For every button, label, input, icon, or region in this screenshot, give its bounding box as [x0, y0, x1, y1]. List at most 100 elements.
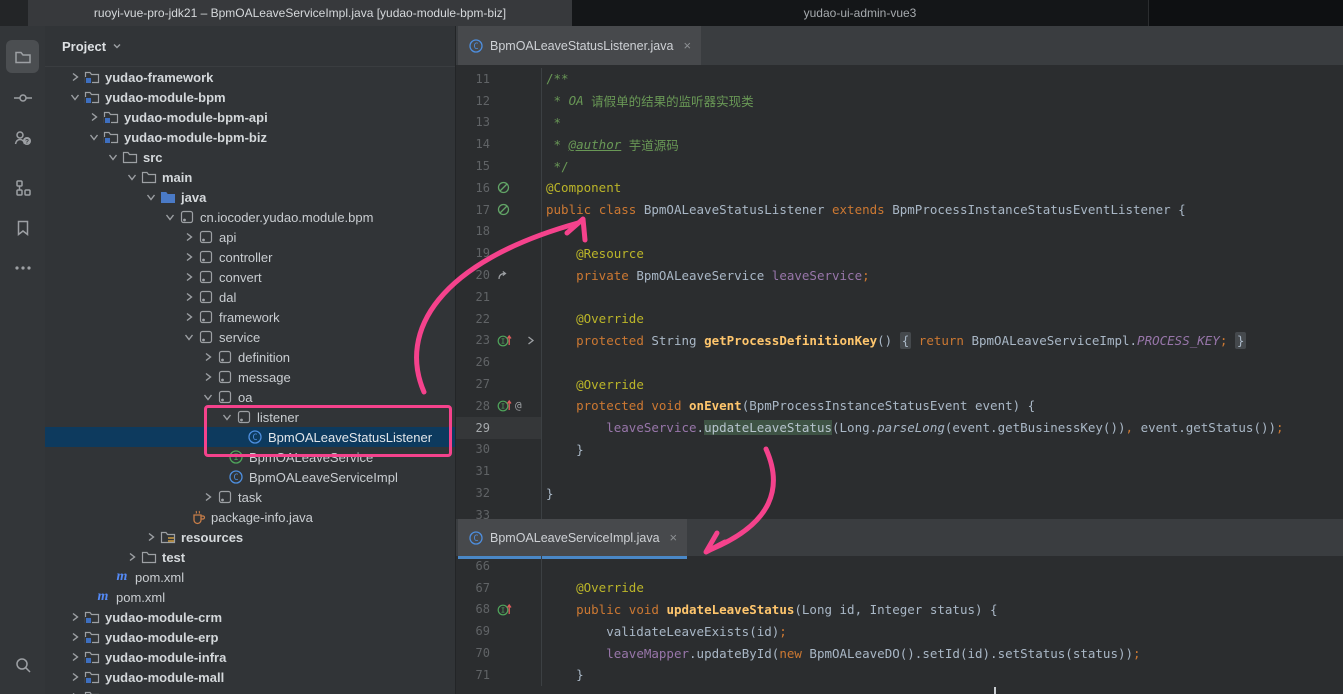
search-icon[interactable] [6, 648, 39, 681]
code-text[interactable]: * @author 芋道源码 [541, 133, 679, 155]
chevron-right-icon[interactable] [200, 371, 216, 383]
code-text[interactable] [541, 351, 546, 373]
tree-item-framework[interactable]: framework [45, 307, 455, 327]
tree-item-main[interactable]: main [45, 167, 455, 187]
code-text[interactable]: leaveService.updateLeaveStatus(Long.pars… [541, 417, 1284, 439]
chevron-right-icon[interactable] [200, 491, 216, 503]
tree-item-package-info.java[interactable]: package-info.java [45, 507, 455, 527]
code-text[interactable]: @Override [541, 308, 644, 330]
code-text[interactable]: @Override [541, 577, 644, 599]
code-text[interactable]: public void updateLeaveStatus(Long id, I… [541, 599, 998, 621]
tree-item-api[interactable]: api [45, 227, 455, 247]
tree-item-pom.xml[interactable]: mpom.xml [45, 567, 455, 587]
code-text[interactable]: * OA 请假单的结果的监听器实现类 [541, 90, 754, 112]
chevron-right-icon[interactable] [67, 651, 83, 663]
tree-item-oa[interactable]: oa [45, 387, 455, 407]
more-icon[interactable] [6, 251, 39, 284]
code-pane-serviceimpl[interactable]: 6667 @Override68I public void updateLeav… [456, 556, 1343, 694]
code-text[interactable]: @Resource [541, 242, 644, 264]
tree-item-java[interactable]: java [45, 187, 455, 207]
chevron-right-icon[interactable] [181, 231, 197, 243]
tree-item-partial[interactable] [45, 687, 455, 694]
chevron-right-icon[interactable] [181, 251, 197, 263]
close-icon[interactable]: × [683, 38, 691, 53]
editor-tab-listener[interactable]: C BpmOALeaveStatusListener.java × [458, 26, 701, 65]
tree-item-src[interactable]: src [45, 147, 455, 167]
tree-item-BpmOALeaveServiceImpl[interactable]: CBpmOALeaveServiceImpl [45, 467, 455, 487]
close-icon[interactable]: × [670, 530, 678, 545]
chevron-down-icon[interactable] [143, 191, 159, 203]
code-text[interactable]: */ [541, 155, 569, 177]
code-text[interactable] [541, 221, 546, 243]
chevron-right-icon[interactable] [181, 291, 197, 303]
tree-item-yudao-module-crm[interactable]: yudao-module-crm [45, 607, 455, 627]
tree-item-convert[interactable]: convert [45, 267, 455, 287]
code-text[interactable]: /** [541, 68, 569, 90]
chevron-down-icon[interactable] [86, 131, 102, 143]
code-text[interactable] [541, 286, 546, 308]
chevron-right-icon[interactable] [67, 671, 83, 683]
implements-method-icon[interactable]: I [497, 603, 512, 616]
bookmarks-icon[interactable] [6, 211, 39, 244]
project-folder-icon[interactable] [6, 40, 39, 73]
chevron-right-icon[interactable] [124, 551, 140, 563]
commit-icon[interactable] [6, 81, 39, 114]
chevron-down-icon[interactable] [105, 151, 121, 163]
chevron-right-icon[interactable] [200, 351, 216, 363]
chevron-right-icon[interactable] [67, 71, 83, 83]
chevron-right-icon[interactable] [143, 531, 159, 543]
editor-tab-serviceimpl[interactable]: C BpmOALeaveServiceImpl.java × [458, 519, 687, 559]
code-text[interactable]: @Component [541, 177, 621, 199]
tree-item-controller[interactable]: controller [45, 247, 455, 267]
code-text[interactable]: protected void onEvent(BpmProcessInstanc… [541, 395, 1035, 417]
at-icon[interactable]: @ [515, 399, 522, 412]
code-text[interactable]: protected String getProcessDefinitionKey… [541, 330, 1246, 352]
code-text[interactable]: } [541, 439, 584, 461]
implements-method-icon[interactable]: I [497, 399, 512, 412]
code-text[interactable]: } [541, 482, 554, 504]
chevron-down-icon[interactable] [67, 91, 83, 103]
tree-item-definition[interactable]: definition [45, 347, 455, 367]
window-tab-active[interactable]: ruoyi-vue-pro-jdk21 – BpmOALeaveServiceI… [28, 0, 572, 26]
fold-chevron-icon[interactable] [525, 335, 536, 346]
code-text[interactable] [541, 556, 546, 577]
code-text[interactable]: leaveMapper.updateById(new BpmOALeaveDO(… [541, 642, 1141, 664]
code-text[interactable]: } [541, 664, 584, 686]
tree-item-dal[interactable]: dal [45, 287, 455, 307]
code-text[interactable]: @Override [541, 373, 644, 395]
code-text[interactable]: private BpmOALeaveService leaveService; [541, 264, 870, 286]
structure-icon[interactable] [6, 171, 39, 204]
code-text[interactable]: * [541, 112, 561, 134]
chevron-right-icon[interactable] [67, 631, 83, 643]
tree-item-yudao-module-bpm[interactable]: yudao-module-bpm [45, 87, 455, 107]
implements-method-icon[interactable]: I [497, 334, 512, 347]
window-tab-inactive[interactable]: yudao-ui-admin-vue3 [572, 0, 1149, 26]
code-text[interactable]: public class BpmOALeaveStatusListener ex… [541, 199, 1186, 221]
tree-item-message[interactable]: message [45, 367, 455, 387]
project-panel-header[interactable]: Project [45, 26, 455, 67]
tree-item-yudao-module-mall[interactable]: yudao-module-mall [45, 667, 455, 687]
chevron-down-icon[interactable] [200, 391, 216, 403]
tree-item-yudao-module-erp[interactable]: yudao-module-erp [45, 627, 455, 647]
spring-bean-icon[interactable] [497, 203, 510, 216]
chevron-down-icon[interactable] [124, 171, 140, 183]
tree-item-cn.iocoder.yudao.module.bpm[interactable]: cn.iocoder.yudao.module.bpm [45, 207, 455, 227]
tree-item-resources[interactable]: resources [45, 527, 455, 547]
tree-item-yudao-module-infra[interactable]: yudao-module-infra [45, 647, 455, 667]
chevron-down-icon[interactable] [181, 331, 197, 343]
tree-item-yudao-module-bpm-biz[interactable]: yudao-module-bpm-biz [45, 127, 455, 147]
tree-item-task[interactable]: task [45, 487, 455, 507]
code-text[interactable]: validateLeaveExists(id); [541, 620, 787, 642]
code-pane-listener[interactable]: 11/**12 * OA 请假单的结果的监听器实现类13 *14 * @auth… [456, 65, 1343, 522]
chevron-down-icon[interactable] [162, 211, 178, 223]
pull-requests-icon[interactable]: ? [6, 121, 39, 154]
tree-item-yudao-framework[interactable]: yudao-framework [45, 67, 455, 87]
inject-icon[interactable] [497, 269, 510, 282]
chevron-right-icon[interactable] [67, 611, 83, 623]
tree-item-yudao-module-bpm-api[interactable]: yudao-module-bpm-api [45, 107, 455, 127]
tree-item-service[interactable]: service [45, 327, 455, 347]
code-text[interactable] [541, 460, 546, 482]
chevron-right-icon[interactable] [181, 271, 197, 283]
tree-item-pom.xml[interactable]: mpom.xml [45, 587, 455, 607]
spring-bean-icon[interactable] [497, 181, 510, 194]
